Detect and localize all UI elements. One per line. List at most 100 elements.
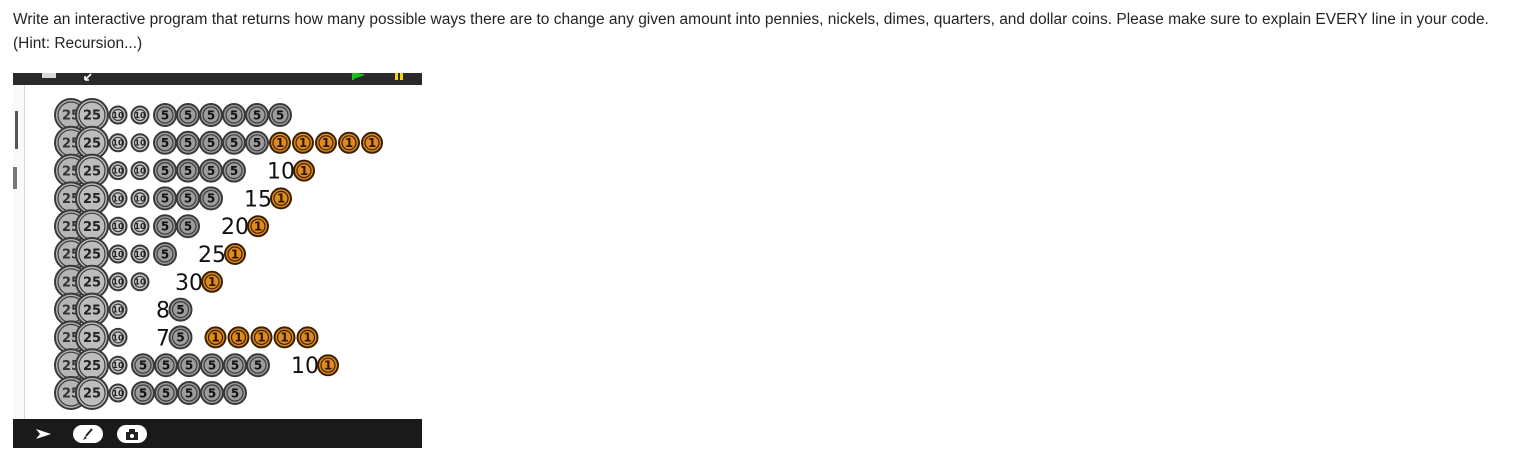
nickel-coin: 5 — [153, 214, 177, 239]
nickel-coin: 5 — [177, 353, 201, 378]
svg-text:5: 5 — [230, 136, 238, 150]
nickel-coin: 5 — [176, 103, 200, 127]
dime-coin: 10 — [130, 244, 150, 264]
dime-coin: 10 — [130, 133, 150, 153]
svg-text:1: 1 — [368, 136, 376, 150]
nickel-coin: 5 — [199, 158, 223, 183]
shrink-arrow-icon[interactable] — [83, 73, 95, 82]
svg-text:25: 25 — [83, 275, 101, 290]
nickel-coin: 5 — [153, 130, 177, 155]
svg-text:25: 25 — [83, 331, 101, 346]
svg-text:10: 10 — [112, 333, 124, 342]
coin-display: 25 25 10 10 5 5 5 5 5 525 25 10 10 5 5 5 5 5 1 1 1 1 125 25 10 10… — [54, 98, 383, 410]
pause-icon[interactable] — [393, 73, 405, 81]
svg-text:1: 1 — [345, 136, 353, 150]
svg-text:1: 1 — [254, 220, 262, 234]
svg-text:5: 5 — [161, 220, 169, 234]
pointer-tool-button[interactable] — [29, 425, 59, 443]
count-label: 30 — [175, 271, 203, 296]
nickel-coin: 5 — [176, 130, 200, 155]
nickel-coin: 5 — [176, 158, 200, 183]
svg-text:5: 5 — [207, 108, 215, 122]
svg-text:5: 5 — [184, 136, 192, 150]
count-label: 10 — [267, 160, 295, 185]
nickel-coin: 5 — [200, 353, 224, 378]
paint-tool-button[interactable] — [73, 425, 103, 443]
nickel-coin: 5 — [153, 242, 177, 266]
nickel-coin: 5 — [131, 381, 155, 405]
count-label: 15 — [244, 187, 272, 212]
penny-coin: 1 — [250, 326, 273, 349]
nickel-coin: 5 — [223, 381, 247, 405]
penny-coin: 1 — [296, 326, 319, 349]
svg-text:1: 1 — [276, 136, 284, 150]
dime-coin: 10 — [108, 105, 128, 125]
svg-text:5: 5 — [207, 192, 215, 206]
svg-text:10: 10 — [112, 139, 124, 148]
coin-row: 25 25 10 5 5 5 5 5 — [54, 376, 247, 410]
nickel-coin: 5 — [222, 130, 246, 155]
svg-text:1: 1 — [231, 247, 239, 261]
nickel-coin: 5 — [153, 158, 177, 183]
scroll-handle[interactable] — [13, 167, 17, 189]
svg-text:5: 5 — [230, 108, 238, 122]
svg-text:25: 25 — [83, 248, 101, 263]
dime-coin: 10 — [108, 161, 128, 181]
paintbrush-icon — [83, 428, 93, 440]
svg-text:5: 5 — [207, 136, 215, 150]
svg-text:10: 10 — [112, 278, 124, 287]
count-label: 25 — [198, 243, 226, 268]
svg-text:5: 5 — [176, 303, 184, 317]
camera-tool-button[interactable] — [117, 425, 147, 443]
stage-toolbar — [13, 419, 422, 448]
resize-grip[interactable] — [15, 111, 18, 149]
svg-text:5: 5 — [161, 247, 169, 261]
svg-text:1: 1 — [208, 275, 216, 289]
coin-row: 25 25 10 10 30 1 — [54, 264, 223, 299]
nickel-coin: 5 — [154, 353, 178, 378]
svg-text:5: 5 — [208, 386, 216, 400]
svg-text:25: 25 — [83, 359, 101, 374]
svg-text:5: 5 — [253, 136, 261, 150]
svg-text:5: 5 — [276, 108, 284, 122]
svg-text:25: 25 — [83, 136, 101, 151]
count-label: 7 — [156, 326, 170, 351]
svg-text:5: 5 — [162, 359, 170, 373]
svg-text:10: 10 — [134, 250, 146, 259]
svg-text:10: 10 — [134, 194, 146, 203]
coin-row: 25 25 10 10 5 5 5 5 5 1 1 1 1 1 — [54, 125, 383, 160]
coin-row: 25 25 10 8 5 — [54, 292, 193, 327]
dime-coin: 10 — [108, 216, 128, 236]
coin-row: 25 25 10 10 5 5 20 1 — [54, 209, 269, 244]
penny-coin: 1 — [269, 131, 291, 154]
nickel-coin: 5 — [176, 186, 200, 211]
nickel-coin: 5 — [131, 353, 155, 378]
svg-text:10: 10 — [134, 222, 146, 231]
coin-row: 25 25 10 5 5 5 5 5 5 10 1 — [54, 348, 339, 383]
penny-coin: 1 — [270, 187, 292, 210]
svg-text:25: 25 — [83, 220, 101, 235]
penny-coin: 1 — [338, 131, 360, 154]
count-label: 20 — [221, 215, 249, 240]
svg-text:10: 10 — [112, 250, 124, 259]
green-flag-icon[interactable] — [351, 73, 365, 81]
pointer-arrow-icon — [36, 429, 51, 439]
stage-canvas[interactable]: 25 25 10 10 5 5 5 5 5 5 25 25 10 10 5 5 5 5 5 1 1 1 1 1 25 25 10 10… — [25, 85, 422, 419]
svg-text:10: 10 — [112, 166, 124, 175]
svg-text:1: 1 — [211, 331, 219, 345]
svg-text:1: 1 — [257, 331, 265, 345]
nickel-coin: 5 — [177, 381, 201, 405]
stage-menu-icon[interactable] — [41, 73, 59, 80]
nickel-coin: 5 — [176, 214, 200, 239]
stage-window: 25 25 10 10 5 5 5 5 5 5 25 25 10 10 5 5 5 5 5 1 1 1 1 1 25 25 10 10… — [13, 73, 422, 448]
svg-text:5: 5 — [231, 386, 239, 400]
svg-text:10: 10 — [112, 111, 124, 120]
penny-coin: 1 — [201, 270, 223, 293]
svg-text:5: 5 — [230, 164, 238, 178]
nickel-coin: 5 — [223, 353, 247, 378]
svg-text:5: 5 — [184, 192, 192, 206]
nickel-coin: 5 — [246, 353, 270, 378]
nickel-coin: 5 — [168, 297, 193, 322]
dime-coin: 10 — [130, 188, 150, 208]
dime-coin: 10 — [130, 161, 150, 181]
